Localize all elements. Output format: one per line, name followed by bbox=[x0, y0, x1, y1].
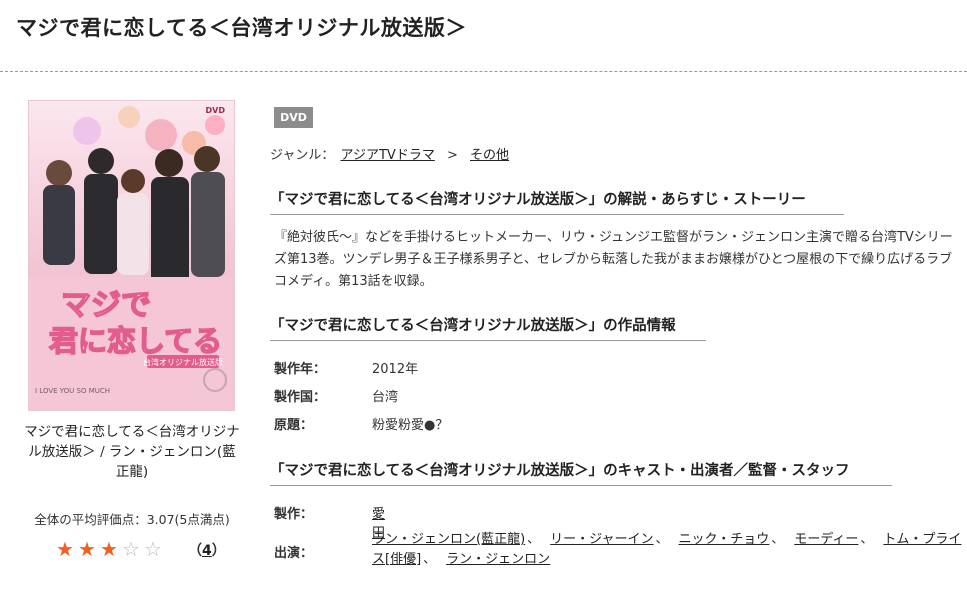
cast-link[interactable]: ニック・チョウ bbox=[679, 532, 770, 547]
cover-title-line2: 君に恋してる bbox=[49, 324, 222, 358]
info-value: 2012年 bbox=[372, 362, 419, 377]
story-text: 『絶対彼氏～』などを手掛けるヒットメーカー、リウ・ジュンジエ監督がラン・ジェンロ… bbox=[274, 230, 953, 289]
cast-link[interactable]: ラン・ジェンロン(藍正龍) bbox=[372, 532, 525, 547]
page-title: マジで君に恋してる＜台湾オリジナル放送版＞ bbox=[16, 16, 467, 40]
genre-link-other[interactable]: その他 bbox=[470, 148, 509, 163]
genre-link-asia-tv-drama[interactable]: アジアTVドラマ bbox=[341, 148, 435, 163]
caption-separator: / bbox=[95, 444, 109, 460]
info-row-country: 製作国： 台湾 bbox=[274, 386, 398, 405]
info-row-year: 製作年： 2012年 bbox=[274, 358, 418, 377]
info-label: 製作国： bbox=[274, 390, 327, 405]
media-type-badge: DVD bbox=[274, 107, 313, 128]
cast-separator: 、 bbox=[771, 532, 785, 547]
story-heading: 「マジで君に恋してる＜台湾オリジナル放送版＞」の解説・あらすじ・ストーリー bbox=[270, 188, 844, 215]
info-label: 原題： bbox=[274, 418, 314, 433]
cast-list: ラン・ジェンロン(藍正龍)、リー・ジャーイン、ニック・チョウ、モーディー、トム・… bbox=[372, 530, 962, 570]
cover-title-line1: マジで bbox=[61, 288, 151, 323]
star-full-icon: ★ bbox=[100, 537, 118, 561]
cover-dvd-mark: DVD bbox=[206, 106, 226, 115]
producer-label: 製作： bbox=[274, 507, 314, 522]
cast-link[interactable]: モーディー bbox=[794, 532, 858, 547]
info-row-original-title: 原題： 粉愛粉愛●？ bbox=[274, 414, 448, 433]
star-full-icon: ★ bbox=[56, 537, 74, 561]
rating-stars: ★ ★ ★ ☆ ☆ bbox=[54, 539, 164, 559]
cast-separator: 、 bbox=[860, 532, 874, 547]
review-count-close: ） bbox=[211, 543, 226, 559]
average-rating: 全体の平均評価点：3.07(5点満点) bbox=[34, 512, 230, 527]
cast-separator: 、 bbox=[527, 532, 541, 547]
cast-separator: 、 bbox=[423, 552, 437, 567]
star-empty-icon: ☆ bbox=[144, 537, 162, 561]
review-count-link[interactable]: 4 bbox=[202, 543, 212, 559]
info-heading: 「マジで君に恋してる＜台湾オリジナル放送版＞」の作品情報 bbox=[270, 314, 706, 341]
cover-corner-text: I LOVE YOU SO MUCH bbox=[35, 387, 110, 395]
genre-label: ジャンル： bbox=[270, 148, 335, 163]
genre-breadcrumb: ジャンル： アジアTVドラマ > その他 bbox=[270, 144, 511, 163]
cast-link[interactable]: ラン・ジェンロン bbox=[446, 552, 550, 567]
cover-caption: マジで君に恋してる＜台湾オリジナル放送版＞ / ラン・ジェンロン(藍正龍) bbox=[22, 422, 242, 482]
info-value: 粉愛粉愛●？ bbox=[372, 418, 449, 433]
cover-subtitle-badge: 台湾オリジナル放送版 bbox=[143, 357, 223, 367]
cast-separator: 、 bbox=[655, 532, 669, 547]
cast-label: 出演： bbox=[274, 546, 314, 561]
genre-separator: > bbox=[446, 148, 458, 163]
cover-image[interactable]: マジで 君に恋してる 台湾オリジナル放送版 I LOVE YOU SO MUCH… bbox=[28, 100, 235, 411]
info-value: 台湾 bbox=[372, 390, 399, 405]
lead-actor-link[interactable]: ラン・ジェンロン(藍正龍) bbox=[109, 444, 236, 480]
star-full-icon: ★ bbox=[78, 537, 96, 561]
cover-artwork: マジで 君に恋してる 台湾オリジナル放送版 I LOVE YOU SO MUCH… bbox=[29, 101, 234, 410]
info-label: 製作年： bbox=[274, 362, 327, 377]
cast-heading: 「マジで君に恋してる＜台湾オリジナル放送版＞」のキャスト・出演者／監督・スタッフ bbox=[270, 459, 892, 486]
star-empty-icon: ☆ bbox=[122, 537, 140, 561]
review-count-open: （ bbox=[188, 543, 202, 559]
title-divider bbox=[0, 71, 967, 72]
cast-link[interactable]: リー・ジャーイン bbox=[550, 532, 653, 547]
review-count: （4） bbox=[188, 540, 226, 560]
